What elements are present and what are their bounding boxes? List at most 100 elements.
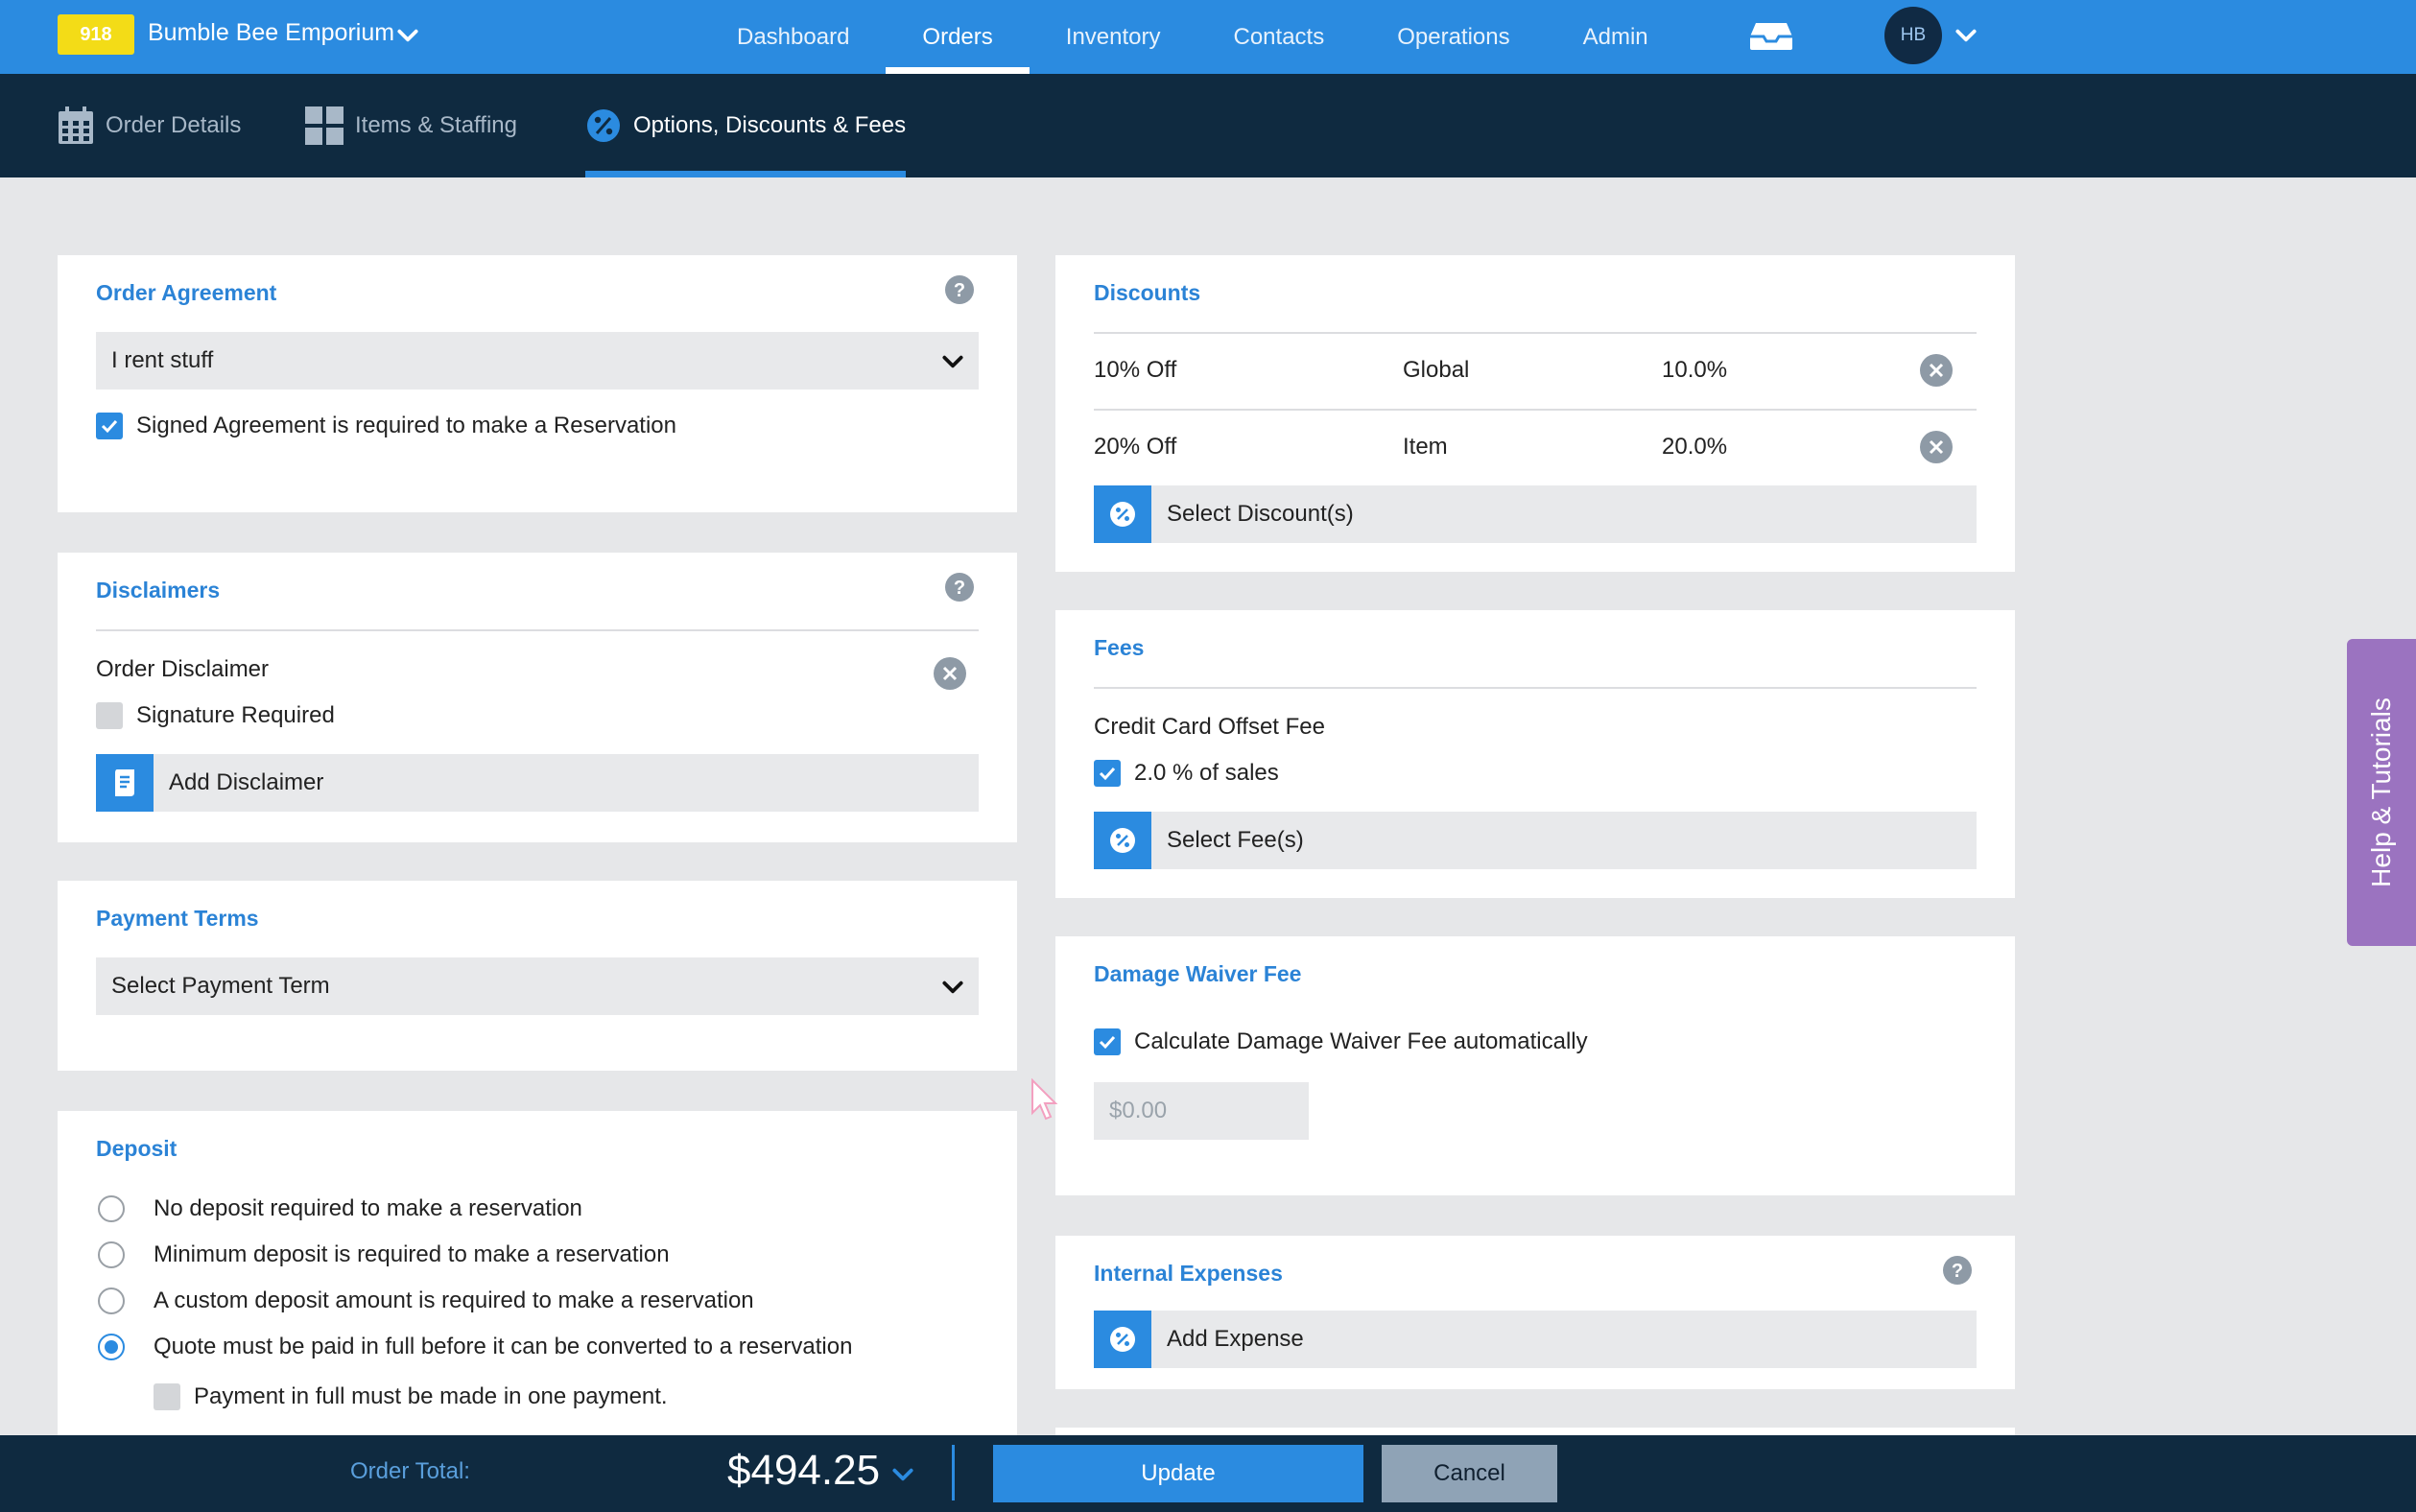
deposit-option-label: Minimum deposit is required to make a re… xyxy=(154,1241,670,1267)
order-agreement-card: Order Agreement ? I rent stuff Signed Ag… xyxy=(58,255,1017,512)
remove-icon[interactable] xyxy=(933,656,967,691)
next-card-edge xyxy=(1055,1428,2015,1435)
nav-operations[interactable]: Operations xyxy=(1361,0,1546,74)
deposit-option-custom[interactable]: A custom deposit amount is required to m… xyxy=(98,1288,754,1314)
discounts-title: Discounts xyxy=(1094,280,1201,305)
deposit-option-minimum[interactable]: Minimum deposit is required to make a re… xyxy=(98,1241,670,1268)
help-tutorials-label: Help & Tutorials xyxy=(2366,697,2396,887)
nav-contacts[interactable]: Contacts xyxy=(1197,0,1362,74)
nav-inventory[interactable]: Inventory xyxy=(1030,0,1197,74)
help-tutorials-tab[interactable]: Help & Tutorials xyxy=(2347,639,2416,946)
fee-sales-checkbox[interactable]: 2.0 % of sales xyxy=(1094,760,1279,787)
damage-waiver-auto-label: Calculate Damage Waiver Fee automaticall… xyxy=(1134,1028,1588,1054)
discount-name: 20% Off xyxy=(1094,434,1177,460)
tab-items-staffing-label: Items & Staffing xyxy=(355,112,517,138)
document-icon-wrap xyxy=(96,754,154,812)
help-icon[interactable]: ? xyxy=(944,274,975,305)
deposit-card: Deposit No deposit required to make a re… xyxy=(58,1111,1017,1435)
grid-icon xyxy=(305,106,343,145)
checkbox-unchecked[interactable] xyxy=(154,1383,180,1410)
tab-order-details[interactable]: Order Details xyxy=(58,74,241,177)
cancel-button[interactable]: Cancel xyxy=(1382,1445,1557,1502)
percent-icon-wrap xyxy=(1094,1311,1151,1368)
disclaimers-card: Disclaimers ? Order Disclaimer Signature… xyxy=(58,553,1017,842)
help-icon[interactable]: ? xyxy=(1942,1255,1973,1286)
radio-button[interactable] xyxy=(98,1241,125,1268)
percent-badge-icon xyxy=(1110,828,1135,853)
add-disclaimer-button[interactable]: Add Disclaimer xyxy=(96,754,979,812)
select-discounts-label: Select Discount(s) xyxy=(1167,501,1354,527)
deposit-option-none[interactable]: No deposit required to make a reservatio… xyxy=(98,1195,582,1222)
divider xyxy=(1094,332,1977,334)
tab-options-discounts-fees[interactable]: Options, Discounts & Fees xyxy=(585,74,907,177)
tab-items-staffing[interactable]: Items & Staffing xyxy=(305,74,517,177)
radio-button[interactable] xyxy=(98,1195,125,1222)
svg-text:?: ? xyxy=(954,578,965,599)
order-total-label: Order Total: xyxy=(350,1458,470,1484)
order-agreement-title: Order Agreement xyxy=(96,280,277,305)
divider xyxy=(1094,687,1977,689)
internal-expenses-title: Internal Expenses xyxy=(1094,1261,1283,1286)
divider xyxy=(96,629,979,631)
chevron-down-icon[interactable] xyxy=(395,23,420,48)
damage-waiver-auto-checkbox[interactable]: Calculate Damage Waiver Fee automaticall… xyxy=(1094,1028,1588,1055)
signed-agreement-label: Signed Agreement is required to make a R… xyxy=(136,413,676,438)
tab-options-label: Options, Discounts & Fees xyxy=(633,112,907,138)
chevron-down-icon[interactable] xyxy=(1954,23,1978,48)
fees-title: Fees xyxy=(1094,635,1145,660)
checkbox-checked[interactable] xyxy=(1094,1028,1121,1055)
checkbox-checked[interactable] xyxy=(1094,760,1121,787)
main-nav: Dashboard Orders Inventory Contacts Oper… xyxy=(700,0,1685,74)
percent-icon-wrap xyxy=(1094,485,1151,543)
sub-nav-bar: Order Details Items & Staffing Options, … xyxy=(0,74,2416,177)
one-payment-checkbox[interactable]: Payment in full must be made in one paym… xyxy=(154,1383,668,1410)
remove-icon[interactable] xyxy=(1919,353,1954,388)
payment-terms-card: Payment Terms Select Payment Term xyxy=(58,881,1017,1071)
check-icon xyxy=(1099,767,1116,781)
brand-badge[interactable]: 918 xyxy=(58,14,134,55)
payment-term-placeholder: Select Payment Term xyxy=(111,973,330,999)
agreement-select-value: I rent stuff xyxy=(111,347,214,373)
signature-required-checkbox[interactable]: Signature Required xyxy=(96,702,335,729)
footer-separator xyxy=(952,1445,955,1500)
disclaimers-title: Disclaimers xyxy=(96,578,221,602)
nav-admin[interactable]: Admin xyxy=(1547,0,1685,74)
discount-scope: Global xyxy=(1403,357,1470,383)
checkbox-unchecked[interactable] xyxy=(96,702,123,729)
signature-required-label: Signature Required xyxy=(136,702,335,728)
payment-terms-title: Payment Terms xyxy=(96,906,259,931)
nav-orders[interactable]: Orders xyxy=(886,0,1030,74)
discount-name: 10% Off xyxy=(1094,357,1177,383)
radio-button-selected[interactable] xyxy=(98,1334,125,1360)
avatar[interactable]: HB xyxy=(1884,7,1942,64)
update-button[interactable]: Update xyxy=(993,1445,1363,1502)
deposit-option-label: Quote must be paid in full before it can… xyxy=(154,1334,853,1359)
add-expense-label: Add Expense xyxy=(1167,1326,1304,1352)
checkbox-checked[interactable] xyxy=(96,413,123,439)
damage-waiver-amount-input[interactable]: $0.00 xyxy=(1094,1082,1309,1140)
discount-amount: 20.0% xyxy=(1662,434,1728,460)
select-fees-button[interactable]: Select Fee(s) xyxy=(1094,812,1977,869)
select-discounts-button[interactable]: Select Discount(s) xyxy=(1094,485,1977,543)
radio-button[interactable] xyxy=(98,1288,125,1314)
nav-dashboard[interactable]: Dashboard xyxy=(700,0,886,74)
agreement-select[interactable]: I rent stuff xyxy=(96,332,979,390)
add-expense-button[interactable]: Add Expense xyxy=(1094,1311,1977,1368)
brand-name[interactable]: Bumble Bee Emporium xyxy=(148,19,394,47)
remove-icon[interactable] xyxy=(1919,430,1954,464)
deposit-option-label: A custom deposit amount is required to m… xyxy=(154,1288,754,1313)
percent-icon-wrap xyxy=(1094,812,1151,869)
help-icon[interactable]: ? xyxy=(944,572,975,602)
add-disclaimer-label: Add Disclaimer xyxy=(169,769,324,795)
svg-text:?: ? xyxy=(954,280,965,301)
payment-term-select[interactable]: Select Payment Term xyxy=(96,957,979,1015)
order-total-value[interactable]: $494.25 xyxy=(727,1447,880,1495)
chevron-down-icon[interactable] xyxy=(890,1462,915,1487)
signed-agreement-checkbox[interactable]: Signed Agreement is required to make a R… xyxy=(96,413,676,439)
deposit-option-full[interactable]: Quote must be paid in full before it can… xyxy=(98,1334,852,1360)
one-payment-label: Payment in full must be made in one paym… xyxy=(194,1383,668,1409)
inbox-icon[interactable] xyxy=(1748,21,1794,52)
chevron-down-icon xyxy=(942,355,963,368)
discounts-card: Discounts 10% Off Global 10.0% 20% Off I… xyxy=(1055,255,2015,572)
fees-card: Fees Credit Card Offset Fee 2.0 % of sal… xyxy=(1055,610,2015,898)
